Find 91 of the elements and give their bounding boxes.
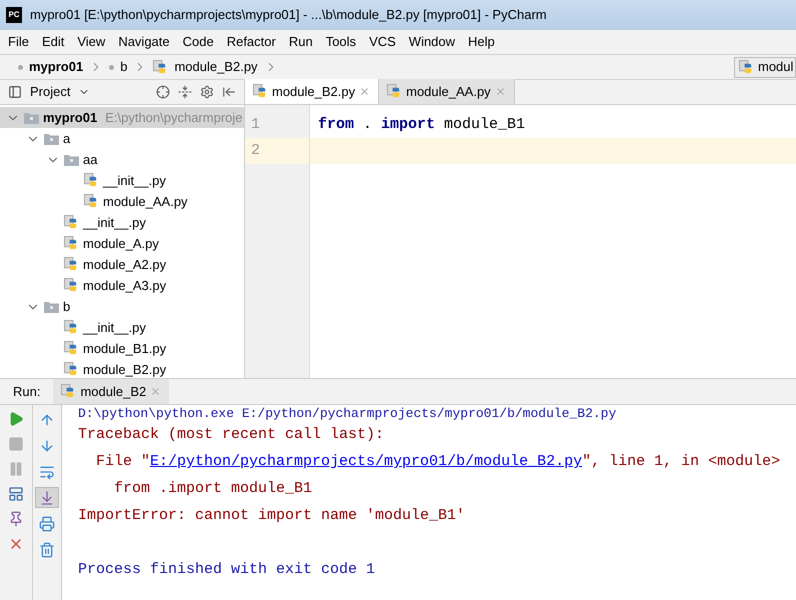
- line-number: 2: [245, 138, 309, 164]
- run-icon[interactable]: [8, 411, 24, 427]
- wrap-icon: [39, 464, 55, 480]
- trash-icon: [39, 542, 55, 558]
- folder-icon: [64, 154, 79, 166]
- tree-item[interactable]: __init__.py: [0, 170, 244, 191]
- run-tab[interactable]: module_B2: [53, 379, 170, 404]
- tree-item-label: aa: [83, 150, 98, 169]
- window-title: mypro01 [E:\python\pycharmprojects\mypro01] - ...\b\module_B2.py [mypro01] - PyCharm: [30, 6, 547, 24]
- menu-item[interactable]: Refactor: [226, 32, 276, 52]
- arrow-up-icon: [39, 412, 55, 428]
- tree-item[interactable]: __init__.py: [0, 212, 244, 233]
- tree-item[interactable]: __init__.py: [0, 317, 244, 338]
- menu-item[interactable]: View: [77, 32, 106, 52]
- tree-item[interactable]: module_A3.py: [0, 275, 244, 296]
- pin-icon[interactable]: [8, 511, 24, 527]
- tree-item-label: module_B2.py: [83, 360, 166, 378]
- python-file-icon: [64, 257, 79, 272]
- menu-item[interactable]: Navigate: [118, 32, 170, 52]
- menu-item[interactable]: Window: [408, 32, 456, 52]
- scroll-to-end-icon: [39, 490, 55, 506]
- menu-item[interactable]: Tools: [326, 32, 356, 52]
- collapse-icon[interactable]: [178, 85, 192, 99]
- tree-item-label: module_A2.py: [83, 256, 166, 274]
- console-line: Process finished with exit code 1: [78, 560, 376, 580]
- tree-item-label: __init__.py: [83, 318, 146, 337]
- app-logo: PC: [6, 7, 22, 23]
- folder-icon: [24, 112, 39, 124]
- hide-icon[interactable]: [222, 85, 236, 99]
- file-link[interactable]: E:/python/pycharmprojects/mypro01/b/module_B2.py: [150, 451, 582, 474]
- folder-icon: [44, 132, 59, 144]
- tree-item[interactable]: module_B1.py: [0, 338, 244, 359]
- menu-item[interactable]: Code: [182, 32, 214, 52]
- console-text: ", line 1, in <module>: [582, 452, 780, 472]
- tree-item[interactable]: module_A2.py: [0, 254, 244, 275]
- tree-item-label: module_B1.py: [83, 340, 166, 358]
- tree-item-label: __init__.py: [103, 172, 166, 190]
- console-line: from .import module_B1: [113, 479, 314, 500]
- console-line: Traceback (most recent call last):: [78, 425, 386, 446]
- python-file-icon: [64, 362, 79, 377]
- locate-icon[interactable]: [156, 85, 170, 99]
- breadcrumb[interactable]: mypro01: [29, 57, 84, 77]
- line-number: 1: [250, 114, 262, 135]
- python-file-icon: [84, 173, 99, 188]
- python-file-icon: [64, 278, 79, 293]
- tree-item[interactable]: module_A.py: [0, 233, 244, 254]
- editor-tab[interactable]: module_B2.py: [245, 79, 380, 104]
- print-icon: [39, 516, 55, 532]
- project-path: E:\python\pycharmproje: [105, 108, 242, 127]
- menu-item[interactable]: Help: [468, 32, 495, 52]
- menu-item[interactable]: Run: [288, 32, 313, 52]
- tree-item-label: module_AA.py: [103, 192, 188, 211]
- python-file-icon: [64, 215, 79, 230]
- breadcrumb[interactable]: module_B2.py: [174, 57, 258, 77]
- tree-item-label: module_A3.py: [83, 276, 166, 295]
- layout-icon[interactable]: [8, 486, 24, 502]
- settings-icon[interactable]: [200, 85, 214, 99]
- editor-tab[interactable]: module_AA.py: [379, 79, 515, 104]
- python-file-icon: [253, 84, 268, 99]
- panel-icon: [8, 85, 22, 99]
- tree-item[interactable]: mypro01 E:\python\pycharmproje: [0, 107, 244, 128]
- python-file-icon: [64, 236, 79, 251]
- console-line: D:\python\python.exe E:/python/pycharmprojects/mypro01/b/module_B2.py: [78, 405, 618, 422]
- code-line: from . import module_B1: [317, 114, 526, 135]
- tree-item-label: module_A.py: [83, 234, 159, 253]
- panel-title[interactable]: Project: [30, 82, 70, 102]
- close-tab-icon[interactable]: [359, 86, 370, 97]
- tree-item-label: mypro01: [43, 108, 98, 127]
- console-text: File ": [95, 452, 150, 472]
- tree-item[interactable]: aa: [0, 149, 244, 170]
- menu-item[interactable]: Edit: [42, 32, 64, 52]
- run-label: Run:: [12, 382, 42, 401]
- run-config-selector[interactable]: modul: [734, 56, 796, 78]
- tree-item-label: __init__.py: [83, 214, 146, 232]
- python-file-icon: [64, 341, 79, 356]
- tree-item[interactable]: b: [0, 296, 244, 317]
- tree-item[interactable]: a: [0, 128, 244, 149]
- tree-item-label: a: [63, 130, 70, 148]
- python-file-icon: [84, 194, 99, 209]
- console-line: ImportError: cannot import name 'module_B1': [78, 506, 466, 526]
- tree-item[interactable]: module_B2.py: [0, 359, 244, 378]
- scroll-to-end-button[interactable]: [35, 487, 59, 508]
- python-file-icon: [64, 320, 79, 335]
- python-file-icon: [739, 60, 754, 74]
- tree-item-label: b: [63, 298, 70, 316]
- folder-icon: [44, 300, 59, 312]
- menu-item[interactable]: VCS: [369, 32, 396, 52]
- breadcrumb[interactable]: b: [120, 57, 128, 77]
- menu-item[interactable]: File: [8, 32, 29, 52]
- tree-item[interactable]: module_AA.py: [0, 191, 244, 212]
- arrow-down-icon: [39, 438, 55, 454]
